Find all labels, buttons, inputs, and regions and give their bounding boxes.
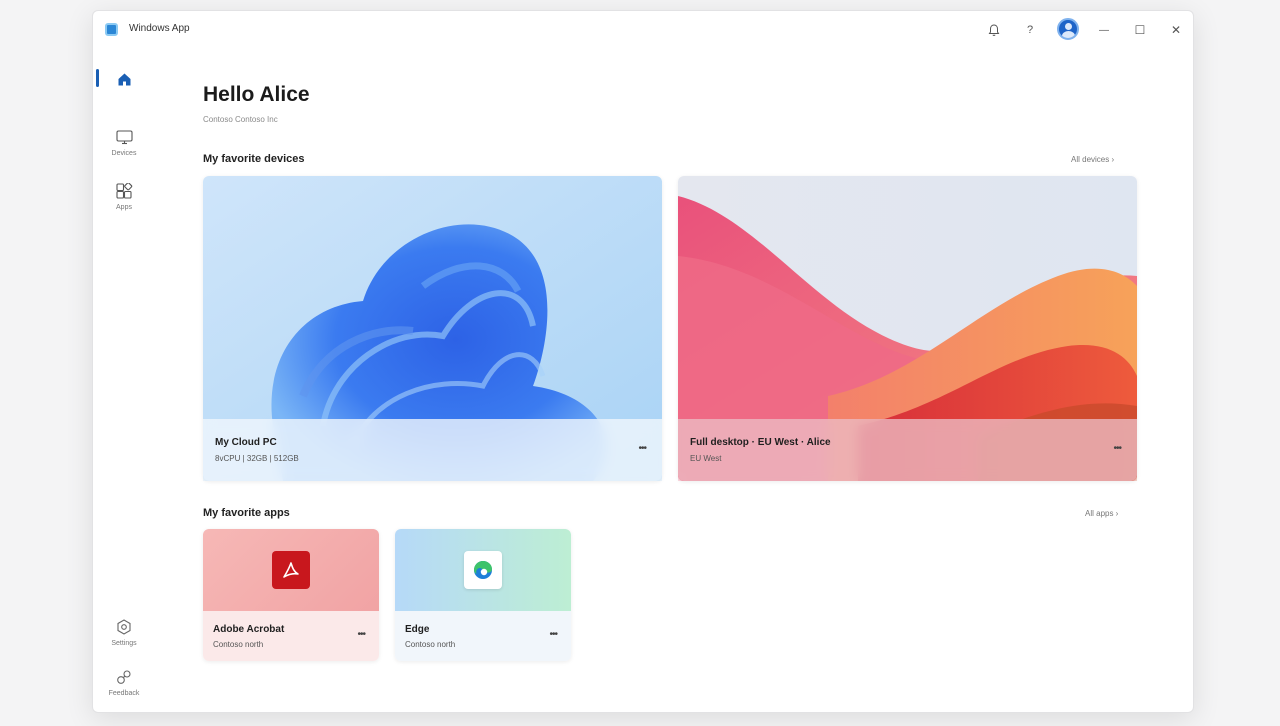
feedback-icon <box>114 667 134 687</box>
more-options-button[interactable]: ••• <box>1113 443 1121 454</box>
device-card-full-desktop[interactable]: Full desktop · EU West · Alice EU West •… <box>678 176 1137 481</box>
app-name: Adobe Acrobat <box>213 624 285 635</box>
app-card-adobe-acrobat[interactable]: Adobe Acrobat Contoso north ••• <box>203 529 379 661</box>
device-region: EU West <box>690 454 722 463</box>
all-apps-link[interactable]: All apps › <box>1085 509 1118 518</box>
page-title: Hello Alice <box>203 83 310 106</box>
window-title: Windows App <box>129 23 190 34</box>
more-options-button[interactable]: ••• <box>549 629 557 640</box>
close-icon[interactable]: ✕ <box>1165 19 1187 41</box>
sidebar-item-devices[interactable]: Devices <box>93 127 155 157</box>
more-options-button[interactable]: ••• <box>357 629 365 640</box>
sidebar: Devices Apps Settings Feedback <box>93 47 155 712</box>
apps-icon <box>114 181 134 201</box>
sidebar-item-apps[interactable]: Apps <box>93 181 155 211</box>
app-location: Contoso north <box>405 640 456 649</box>
maximize-icon[interactable]: ☐ <box>1129 19 1151 41</box>
settings-icon <box>114 617 134 637</box>
card-footer: My Cloud PC 8vCPU | 32GB | 512GB ••• <box>203 419 662 481</box>
edge-icon <box>464 551 502 589</box>
app-card-edge[interactable]: Edge Contoso north ••• <box>395 529 571 661</box>
device-name: My Cloud PC <box>215 437 277 448</box>
device-spec: 8vCPU | 32GB | 512GB <box>215 454 299 463</box>
avatar[interactable] <box>1057 18 1079 40</box>
card-footer: Full desktop · EU West · Alice EU West •… <box>678 419 1137 481</box>
all-devices-link[interactable]: All devices › <box>1071 155 1114 164</box>
app-location: Contoso north <box>213 640 264 649</box>
device-card-cloud-pc[interactable]: My Cloud PC 8vCPU | 32GB | 512GB ••• <box>203 176 662 481</box>
sidebar-item-feedback[interactable]: Feedback <box>93 667 155 697</box>
app-name: Edge <box>405 624 430 635</box>
title-bar: Windows App ? — ☐ ✕ <box>93 11 1193 47</box>
minimize-icon[interactable]: — <box>1093 19 1115 41</box>
home-icon <box>114 69 134 89</box>
more-options-button[interactable]: ••• <box>638 443 646 454</box>
device-name: Full desktop · EU West · Alice <box>690 437 831 448</box>
sidebar-item-label: Apps <box>116 204 132 211</box>
app-window: Windows App ? — ☐ ✕ Devices Apps Setting… <box>92 10 1194 713</box>
bell-icon[interactable] <box>983 19 1005 41</box>
section-title-devices: My favorite devices <box>203 153 305 165</box>
organization-label: Contoso Contoso Inc <box>203 115 278 124</box>
monitor-icon <box>114 127 134 147</box>
section-title-apps: My favorite apps <box>203 507 290 519</box>
sidebar-item-label: Feedback <box>108 690 140 697</box>
sidebar-item-label: Settings <box>111 640 137 647</box>
sidebar-item-home[interactable] <box>93 69 155 89</box>
help-icon[interactable]: ? <box>1019 19 1041 41</box>
sidebar-item-settings[interactable]: Settings <box>93 617 155 647</box>
sidebar-item-label: Devices <box>111 150 137 157</box>
acrobat-icon <box>272 551 310 589</box>
windows-app-icon <box>105 23 118 36</box>
